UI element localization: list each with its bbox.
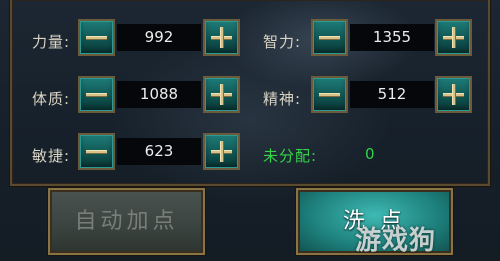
unallocated-value: 0	[365, 145, 375, 163]
agility-minus-button[interactable]	[78, 133, 115, 170]
strength-minus-button[interactable]	[78, 19, 115, 56]
agility-plus-button[interactable]	[203, 133, 240, 170]
agility-value: 623	[117, 138, 201, 165]
agility-label: 敏捷:	[32, 147, 71, 165]
constitution-minus-button[interactable]	[78, 76, 115, 113]
auto-allocate-button[interactable]: 自动加点	[48, 188, 205, 255]
strength-value: 992	[117, 24, 201, 51]
strength-label: 力量:	[32, 33, 71, 51]
attribute-panel: 力量: 992 智力: 1355 体质: 1088 精神: 512 敏捷: 62…	[0, 0, 500, 261]
constitution-value: 1088	[117, 81, 201, 108]
intelligence-label: 智力:	[263, 33, 302, 51]
watermark-logo: 游戏狗	[355, 226, 437, 256]
spirit-label: 精神:	[263, 90, 302, 108]
minus-icon	[319, 93, 340, 97]
spirit-plus-button[interactable]	[435, 76, 472, 113]
spirit-value: 512	[350, 81, 434, 108]
minus-icon	[319, 36, 340, 40]
minus-icon	[86, 150, 107, 154]
constitution-label: 体质:	[32, 90, 71, 108]
spirit-minus-button[interactable]	[311, 76, 348, 113]
intelligence-value: 1355	[350, 24, 434, 51]
minus-icon	[86, 36, 107, 40]
intelligence-minus-button[interactable]	[311, 19, 348, 56]
unallocated-label: 未分配:	[263, 147, 318, 165]
constitution-plus-button[interactable]	[203, 76, 240, 113]
intelligence-plus-button[interactable]	[435, 19, 472, 56]
minus-icon	[86, 93, 107, 97]
strength-plus-button[interactable]	[203, 19, 240, 56]
